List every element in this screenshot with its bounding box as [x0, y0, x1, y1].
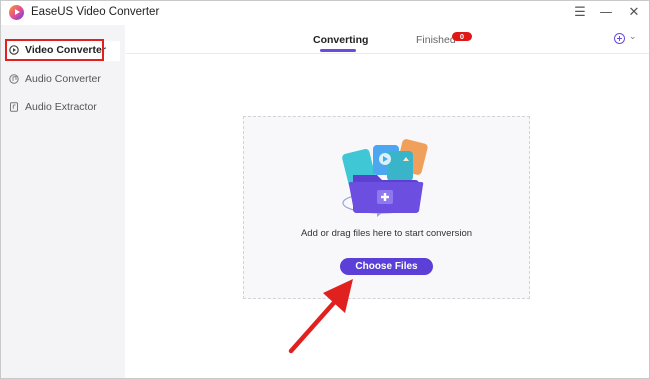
- chevron-down-icon[interactable]: ⌄: [629, 32, 637, 42]
- minimize-icon[interactable]: —: [595, 3, 617, 23]
- sidebar-item-audio-extractor[interactable]: Audio Extractor: [5, 98, 120, 118]
- sidebar-item-audio-converter[interactable]: Audio Converter: [5, 70, 120, 90]
- app-window: EaseUS Video Converter ☰ — ✕ Video Conve…: [0, 0, 650, 379]
- add-circle-icon[interactable]: [614, 33, 625, 44]
- menu-icon[interactable]: ☰: [569, 3, 591, 23]
- sidebar-item-label: Audio Extractor: [25, 101, 97, 113]
- active-tab-indicator: [320, 49, 356, 52]
- title-bar: EaseUS Video Converter ☰ — ✕: [1, 1, 649, 25]
- folder-with-media-files-icon: [342, 139, 428, 217]
- tab-bar: [125, 25, 649, 54]
- finished-count-badge: 0: [452, 32, 472, 41]
- sidebar-item-label: Audio Converter: [25, 73, 101, 85]
- audio-extractor-icon: [10, 102, 18, 112]
- annotation-arrow: [288, 279, 353, 354]
- tab-finished[interactable]: Finished: [416, 34, 456, 46]
- app-title: EaseUS Video Converter: [31, 6, 160, 18]
- audio-converter-icon: [9, 74, 19, 84]
- close-icon[interactable]: ✕: [623, 3, 645, 23]
- tab-converting[interactable]: Converting: [313, 34, 368, 46]
- annotation-highlight-box: [5, 39, 104, 61]
- easeus-logo-icon: [9, 5, 24, 20]
- drop-instructions: Add or drag files here to start conversi…: [300, 228, 473, 239]
